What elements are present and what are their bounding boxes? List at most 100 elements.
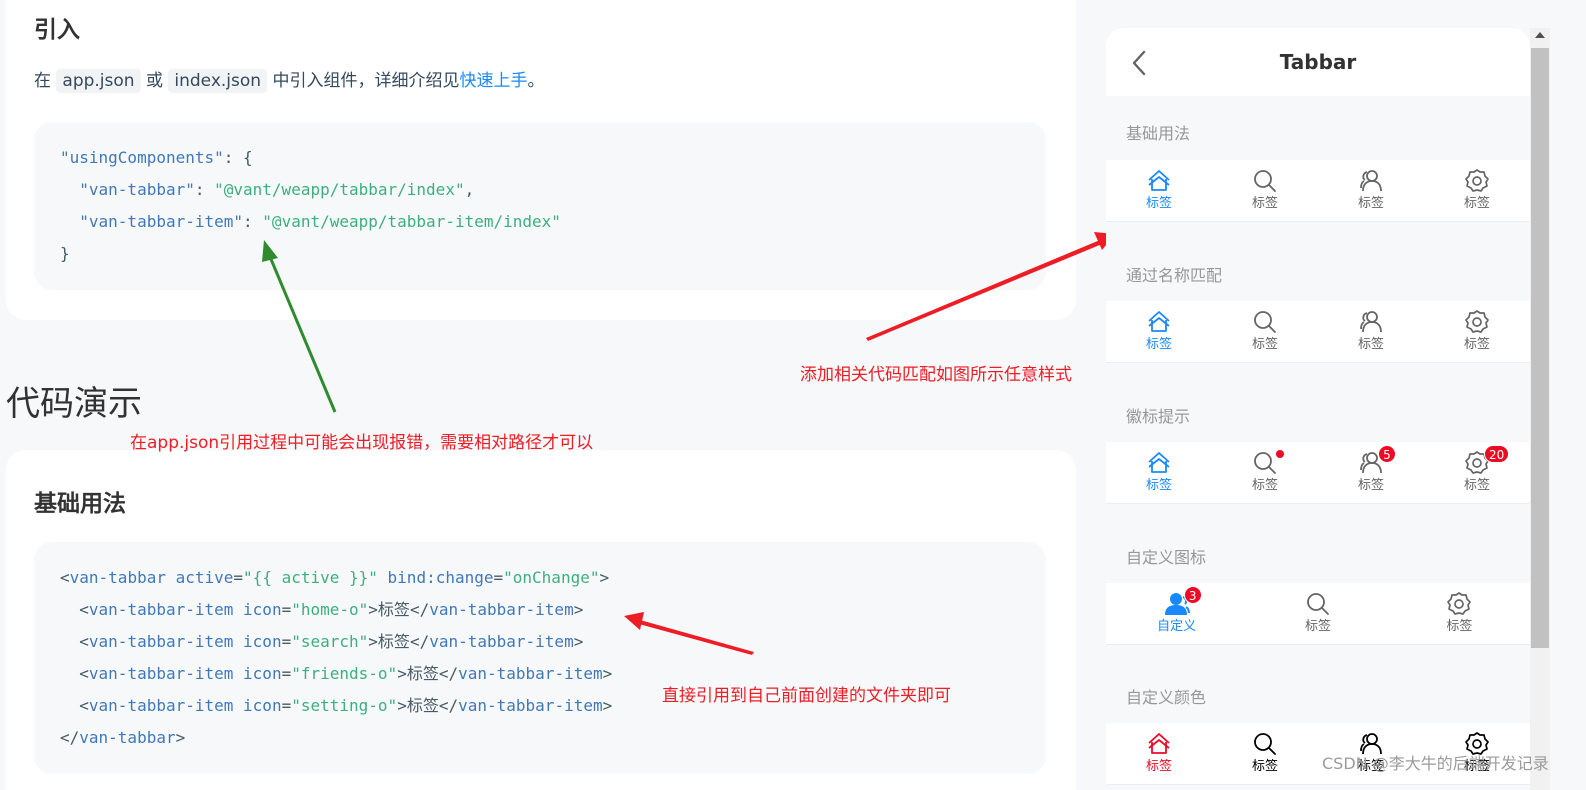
intro-section-title: 引入	[34, 17, 80, 43]
code-attr: icon	[233, 632, 282, 651]
tabbar-item-search[interactable]: 标签	[1212, 301, 1318, 362]
code-value: "home-o"	[291, 600, 369, 619]
tabbar-item-search[interactable]: 标签	[1212, 723, 1318, 784]
tab-label: 标签	[1251, 759, 1278, 774]
code-tag: van-tabbar-item	[458, 696, 603, 715]
scrollbar-thumb[interactable]	[1531, 48, 1549, 648]
tabbar-item-friends[interactable]: 标签	[1318, 160, 1424, 221]
code-punct: :	[194, 180, 215, 199]
basic-usage-title: 基础用法	[34, 491, 126, 517]
code-value: "search"	[291, 632, 369, 651]
demo-title-custom-color: 自定义颜色	[1126, 688, 1207, 707]
watermark: CSDN @李大牛的后端开发记录	[1322, 754, 1549, 773]
setting-icon	[1465, 169, 1489, 192]
code-punct: <	[60, 568, 70, 587]
code-attr: icon	[233, 664, 282, 683]
tabbar-match-name: 标签 标签 标签 标签	[1106, 301, 1530, 363]
tabbar-item-home[interactable]: 标签	[1106, 301, 1212, 362]
scroll-up-arrow-icon[interactable]	[1535, 32, 1545, 38]
quick-start-link[interactable]: 快速上手	[459, 71, 527, 91]
tab-label: 标签	[1446, 619, 1473, 634]
tabbar-item-home[interactable]: 标签	[1106, 160, 1212, 221]
annotation-relative-path: 在app.json引用过程中可能会出现报错，需要相对路径才可以	[130, 433, 594, 453]
code-string: "@vant/weapp/tabbar-item/index"	[262, 212, 561, 231]
code-attr: icon	[233, 600, 282, 619]
tabbar-item-search[interactable]: 标签	[1212, 160, 1318, 221]
tabbar-item-home[interactable]: 标签	[1106, 442, 1212, 503]
tabbar-item-setting[interactable]: 标签	[1389, 583, 1530, 644]
badge-count: 20	[1484, 445, 1510, 463]
search-icon	[1307, 593, 1329, 615]
code-text: 标签	[377, 632, 410, 651]
tabbar-item-custom[interactable]: 3 自定义	[1106, 583, 1247, 644]
home-icon	[1148, 311, 1170, 332]
home-icon	[1148, 170, 1170, 191]
code-tag: van-tabbar-item	[88, 664, 234, 683]
code-punct: :	[243, 212, 263, 231]
tab-label: 自定义	[1157, 619, 1197, 634]
tab-label: 标签	[1357, 478, 1384, 493]
setting-icon	[1447, 592, 1472, 615]
home-icon	[1148, 452, 1170, 473]
using-components-code: "usingComponents": { "van-tabbar": "@van…	[34, 122, 1046, 290]
tab-label: 标签	[1463, 196, 1490, 211]
code-string: "@vant/weapp/tabbar/index"	[214, 180, 465, 199]
intro-end: 。	[527, 71, 545, 91]
code-key: "van-tabbar-item"	[79, 212, 244, 231]
annotation-direct-reference: 直接引用到自己前面创建的文件夹即可	[662, 686, 951, 706]
code-punct: ,	[464, 180, 475, 199]
nav-title: Tabbar	[1279, 50, 1357, 74]
tabbar-item-setting[interactable]: 20 标签	[1424, 442, 1530, 503]
code-tag: van-tabbar-item	[429, 632, 574, 651]
annotation-match-style: 添加相关代码匹配如图所示任意样式	[800, 365, 1072, 385]
tabbar-item-home[interactable]: 标签	[1106, 723, 1212, 784]
tab-label: 标签	[1145, 759, 1172, 774]
tab-label: 标签	[1251, 196, 1278, 211]
badge-count: 5	[1378, 445, 1396, 463]
code-value: "onChange"	[503, 568, 600, 587]
code-punct: }	[60, 244, 70, 263]
nav-bar: Tabbar	[1106, 28, 1530, 96]
intro-prefix: 在	[34, 71, 51, 91]
tab-label: 标签	[1304, 619, 1331, 634]
code-key: "van-tabbar"	[79, 180, 195, 199]
tabbar-item-setting[interactable]: 标签	[1424, 301, 1530, 362]
phone-preview: Tabbar 基础用法 标签 标签 标签 标签 通过名称匹配 标签 标签 标签 …	[1106, 28, 1530, 790]
tab-label: 标签	[1145, 337, 1172, 352]
code-punct: =	[233, 568, 244, 587]
tabbar-item-search[interactable]: 标签	[1247, 583, 1388, 644]
code-value: "friends-o"	[291, 664, 398, 683]
setting-icon	[1465, 310, 1489, 333]
intro-paragraph: 在 app.json 或 index.json 中引入组件，详细介绍见快速上手。	[34, 66, 544, 96]
tabbar-item-friends[interactable]: 标签	[1318, 301, 1424, 362]
code-tag: van-tabbar	[79, 728, 176, 747]
tab-label: 标签	[1145, 478, 1172, 493]
code-tag: van-tabbar-item	[88, 696, 234, 715]
tab-label: 标签	[1463, 337, 1490, 352]
intro-code-index-json: index.json	[168, 69, 268, 93]
tabbar-basic: 标签 标签 标签 标签	[1106, 160, 1530, 222]
code-tag: van-tabbar-item	[458, 664, 603, 683]
code-punct: =	[493, 568, 504, 587]
tab-label: 标签	[1145, 196, 1172, 211]
demo-title-custom-icon: 自定义图标	[1126, 548, 1207, 567]
code-text: 标签	[406, 696, 439, 715]
tab-label: 标签	[1251, 478, 1278, 493]
friends-icon	[1360, 311, 1382, 333]
code-attr: active	[165, 568, 234, 587]
tab-label: 标签	[1251, 337, 1278, 352]
tabbar-item-friends[interactable]: 5 标签	[1318, 442, 1424, 503]
code-punct: >	[599, 568, 610, 587]
code-key: "usingComponents"	[60, 148, 224, 167]
tab-label: 标签	[1463, 478, 1490, 493]
badge-count: 3	[1183, 586, 1202, 604]
tabbar-item-search[interactable]: 标签	[1212, 442, 1318, 503]
friends-icon	[1360, 170, 1382, 192]
tabbar-item-setting[interactable]: 标签	[1424, 160, 1530, 221]
tabbar-custom-icon: 3 自定义 标签 标签	[1106, 583, 1530, 645]
tab-label: 标签	[1357, 196, 1384, 211]
tabbar-badge: 标签 标签 5 标签 20 标签	[1106, 442, 1530, 504]
search-icon	[1254, 170, 1276, 192]
phone-scrollbar[interactable]	[1530, 28, 1550, 790]
tabbar-code: <van-tabbar active="{{ active }}" bind:c…	[34, 542, 1046, 774]
